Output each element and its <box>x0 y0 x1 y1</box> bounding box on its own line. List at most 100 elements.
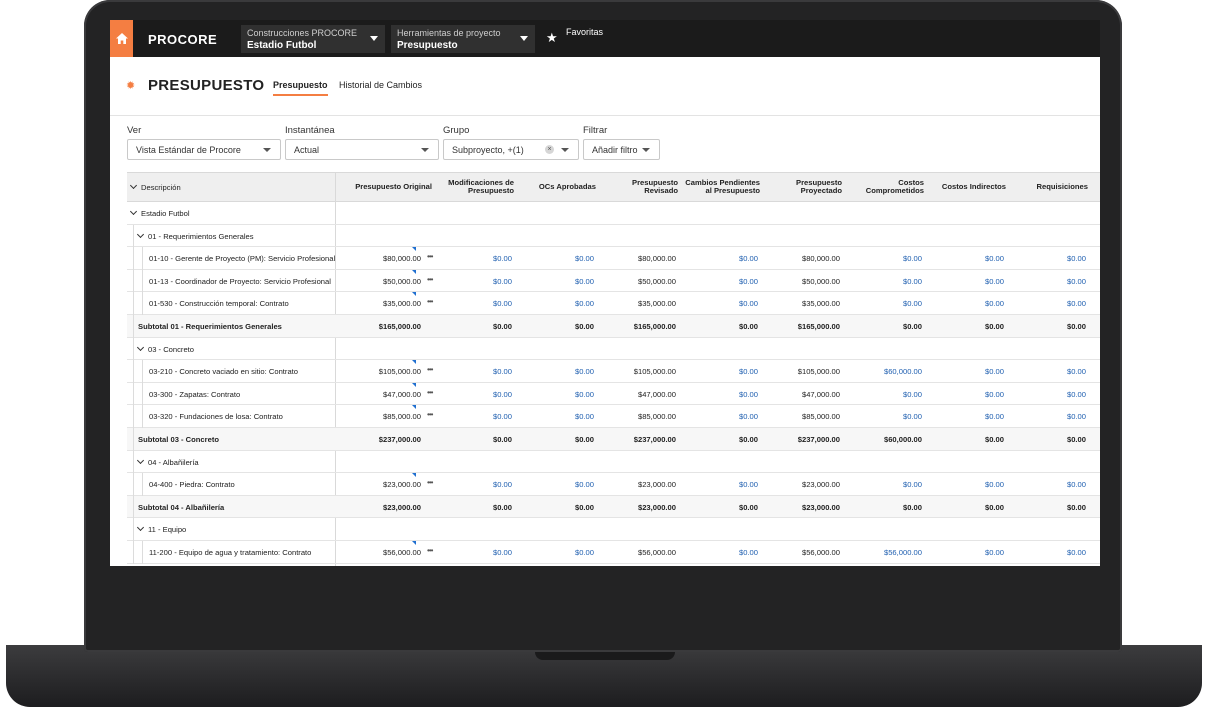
table-row[interactable]: 03-210 - Concreto vaciado en sitio: Cont… <box>127 360 1100 383</box>
cell-value[interactable]: $0.00 <box>1067 412 1086 421</box>
cell-value[interactable]: $0.00 <box>903 480 922 489</box>
cell-value[interactable]: $0.00 <box>985 548 1004 557</box>
procore-logo[interactable]: PROCORE <box>148 32 217 47</box>
chevron-down-icon[interactable] <box>136 343 145 351</box>
chevron-down-icon[interactable] <box>136 456 145 464</box>
favorites-link[interactable]: Favoritas <box>566 27 603 37</box>
group-row[interactable]: 01 - Requerimientos Generales <box>127 224 1100 248</box>
star-icon[interactable]: ★ <box>546 30 558 46</box>
description-header[interactable]: Descripción <box>129 181 181 192</box>
more-options-icon[interactable]: ••• <box>427 252 433 261</box>
cell-value[interactable]: $0.00 <box>493 480 512 489</box>
chevron-down-icon[interactable] <box>136 230 145 238</box>
cell-value[interactable]: $0.00 <box>739 548 758 557</box>
column-header[interactable]: Modificaciones de Presupuesto <box>436 173 514 201</box>
subtotal-row[interactable]: Subtotal 04 - Albañilería $23,000.00 $0.00… <box>127 495 1100 519</box>
cell-value[interactable]: $0.00 <box>575 548 594 557</box>
more-options-icon[interactable]: ••• <box>427 478 433 487</box>
cell-value[interactable]: $0.00 <box>985 367 1004 376</box>
cell-value[interactable]: $0.00 <box>575 412 594 421</box>
group-row[interactable]: 03 - Concreto <box>127 337 1100 361</box>
cell-value[interactable]: $0.00 <box>903 412 922 421</box>
more-options-icon[interactable]: ••• <box>427 410 433 419</box>
cell-value[interactable]: $0.00 <box>575 367 594 376</box>
clear-icon[interactable]: × <box>545 145 554 154</box>
cell-value[interactable]: $0.00 <box>903 390 922 399</box>
cell-value[interactable]: $0.00 <box>903 277 922 286</box>
cell-value[interactable]: $0.00 <box>1067 390 1086 399</box>
cell-value[interactable]: $0.00 <box>493 277 512 286</box>
table-row[interactable]: 03-320 - Fundaciones de losa: Contrato $8… <box>127 405 1100 428</box>
more-options-icon[interactable]: ••• <box>427 297 433 306</box>
cell-value[interactable]: $0.00 <box>575 390 594 399</box>
cell-value[interactable]: $0.00 <box>493 367 512 376</box>
tab-presupuesto[interactable]: Presupuesto <box>273 80 328 96</box>
table-row[interactable]: 01-530 - Construcción temporal: Contrato… <box>127 292 1100 315</box>
subtotal-row[interactable]: Subtotal 01 - Requerimientos Generales $1… <box>127 315 1100 338</box>
cell-value[interactable]: $0.00 <box>575 254 594 263</box>
project-selector[interactable]: Construcciones PROCORE Estadio Futbol <box>241 25 385 53</box>
cell-value[interactable]: $0.00 <box>903 254 922 263</box>
table-row[interactable]: 01-10 - Gerente de Proyecto (PM): Servic… <box>127 247 1100 270</box>
subtotal-row[interactable]: Subtotal 03 - Concreto $237,000.00 $0.00 $0… <box>127 428 1100 451</box>
cell-value[interactable]: $0.00 <box>493 254 512 263</box>
cell-value[interactable]: $0.00 <box>903 299 922 308</box>
column-header[interactable]: Presupuesto Original <box>354 173 432 201</box>
column-header[interactable]: OCs Aprobadas <box>518 173 596 201</box>
cell-value[interactable]: $56,000.00 <box>884 548 922 557</box>
group-row[interactable]: 04 - Albañilería <box>127 450 1100 474</box>
snapshot-select[interactable]: Actual <box>285 139 439 160</box>
column-header[interactable]: Costos Indirectos <box>928 173 1006 201</box>
cell-value[interactable]: $0.00 <box>493 390 512 399</box>
cell-value[interactable]: $0.00 <box>493 548 512 557</box>
column-header[interactable]: Requisiciones <box>1010 173 1088 201</box>
cell-value[interactable]: $0.00 <box>739 299 758 308</box>
more-options-icon[interactable]: ••• <box>427 388 433 397</box>
chevron-down-icon[interactable] <box>136 524 145 532</box>
table-row[interactable]: 11-200 - Equipo de agua y tratamiento: C… <box>127 541 1100 564</box>
column-header[interactable]: Presupuesto Revisado <box>600 173 678 201</box>
more-options-icon[interactable]: ••• <box>427 546 433 555</box>
table-row[interactable]: 01-13 - Coordinador de Proyecto: Servici… <box>127 269 1100 293</box>
cell-value[interactable]: $0.00 <box>985 254 1004 263</box>
column-header[interactable]: Presupuesto Proyectado <box>764 173 842 201</box>
table-row[interactable]: 04-400 - Piedra: Contrato $23,000.00 $0.00… <box>127 473 1100 496</box>
cell-value[interactable]: $0.00 <box>493 412 512 421</box>
cell-value[interactable]: $0.00 <box>985 390 1004 399</box>
cell-value[interactable]: $0.00 <box>739 412 758 421</box>
cell-value[interactable]: $0.00 <box>985 412 1004 421</box>
cell-value[interactable]: $0.00 <box>1067 548 1086 557</box>
group-row[interactable]: 11 - Equipo <box>127 518 1100 541</box>
cell-value[interactable]: $0.00 <box>985 277 1004 286</box>
tab-historial-de-cambios[interactable]: Historial de Cambios <box>339 80 422 90</box>
home-button[interactable] <box>110 20 133 57</box>
cell-value[interactable]: $0.00 <box>739 480 758 489</box>
cell-value[interactable]: $0.00 <box>575 480 594 489</box>
cell-value[interactable]: $0.00 <box>1067 299 1086 308</box>
cell-value[interactable]: $0.00 <box>985 480 1004 489</box>
cell-value[interactable]: $0.00 <box>739 390 758 399</box>
cell-value[interactable]: $0.00 <box>1067 254 1086 263</box>
group-select[interactable]: Subproyecto, +(1) × <box>443 139 579 160</box>
cell-value[interactable]: $0.00 <box>575 277 594 286</box>
cell-value[interactable]: $0.00 <box>739 254 758 263</box>
gear-icon[interactable]: ✹ <box>126 79 135 92</box>
add-filter-select[interactable]: Añadir filtro <box>583 139 660 160</box>
group-row[interactable]: Estadio Futbol <box>127 202 1100 225</box>
chevron-down-icon[interactable] <box>129 207 138 216</box>
cell-value[interactable]: $0.00 <box>739 277 758 286</box>
cell-value[interactable]: $0.00 <box>985 299 1004 308</box>
cell-value[interactable]: $0.00 <box>493 299 512 308</box>
column-header[interactable]: Cambios Pendientes al Presupuesto <box>682 173 760 201</box>
view-select[interactable]: Vista Estándar de Procore <box>127 139 281 160</box>
cell-value[interactable]: $0.00 <box>1067 480 1086 489</box>
column-header[interactable]: Costos Comprometidos <box>846 173 924 201</box>
more-options-icon[interactable]: ••• <box>427 275 433 284</box>
cell-value[interactable]: $0.00 <box>575 299 594 308</box>
table-row[interactable]: 03-300 - Zapatas: Contrato $47,000.00 $0.0… <box>127 382 1100 406</box>
cell-value[interactable]: $0.00 <box>1067 367 1086 376</box>
cell-value[interactable]: $60,000.00 <box>884 367 922 376</box>
cell-value[interactable]: $0.00 <box>1067 277 1086 286</box>
cell-value[interactable]: $0.00 <box>739 367 758 376</box>
tool-selector[interactable]: Herramientas de proyecto Presupuesto <box>391 25 535 53</box>
